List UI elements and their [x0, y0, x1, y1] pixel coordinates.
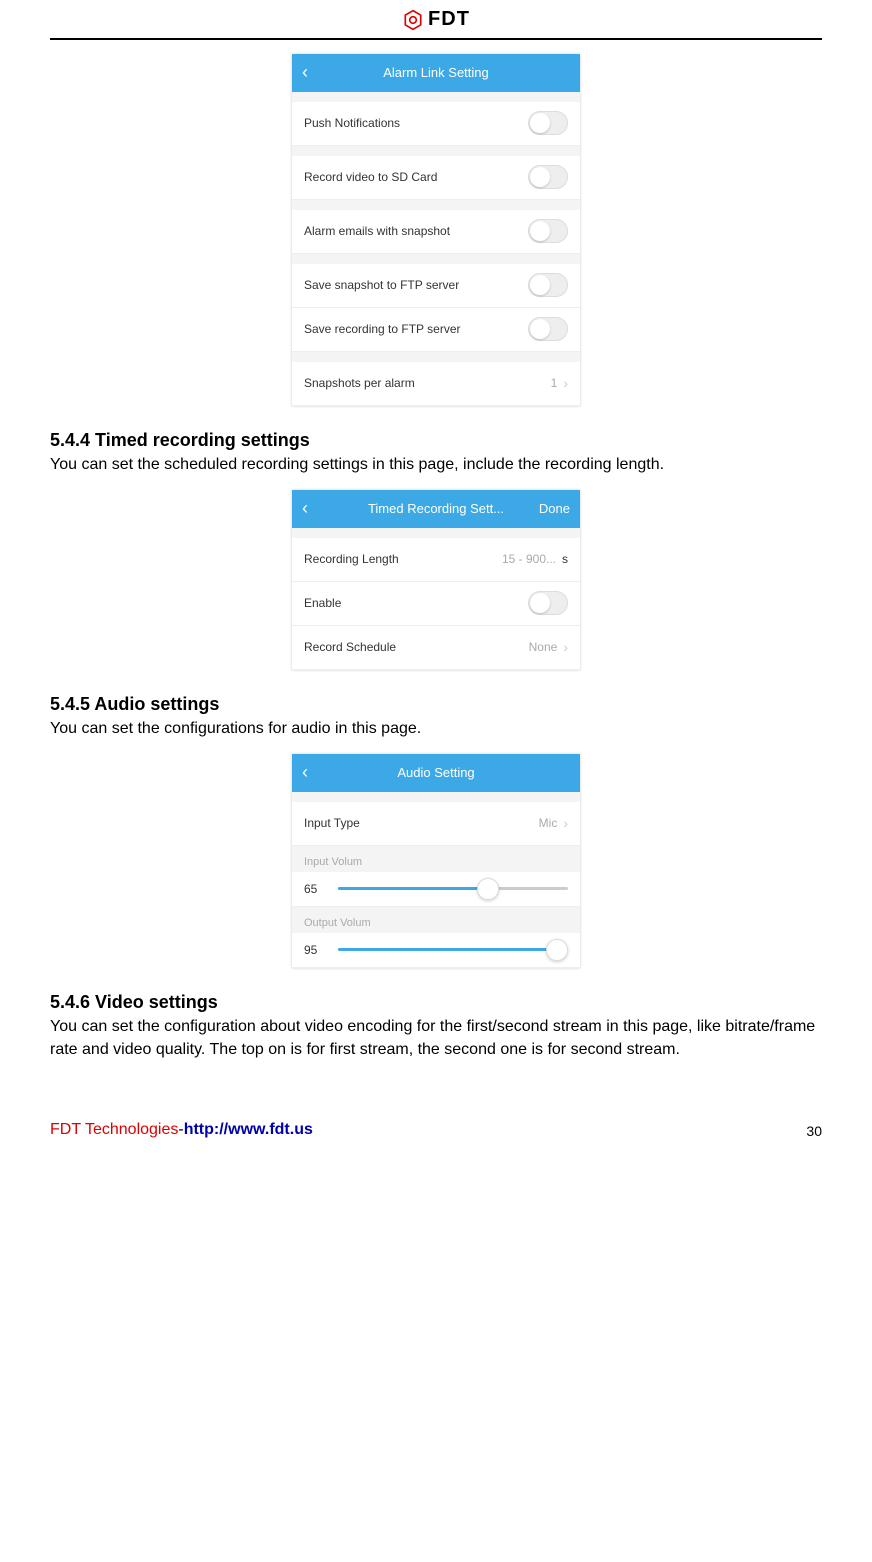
- recording-length-row[interactable]: Recording Length 15 - 900... s: [292, 538, 580, 582]
- output-volume-row[interactable]: 95: [292, 933, 580, 968]
- screen-title: Timed Recording Sett...: [292, 501, 580, 516]
- footer-company: FDT Technologies: [50, 1121, 178, 1138]
- gear-hex-icon: [402, 9, 424, 31]
- chevron-right-icon: ›: [563, 639, 568, 655]
- footer-credits: FDT Technologies-http://www.fdt.us: [50, 1121, 313, 1139]
- output-volume-label: Output Volum: [292, 907, 580, 933]
- page-header: FDT: [50, 0, 822, 40]
- row-label: Alarm emails with snapshot: [304, 224, 450, 238]
- section-544-heading: 5.4.4 Timed recording settings: [50, 430, 822, 451]
- record-sd-row[interactable]: Record video to SD Card: [292, 156, 580, 200]
- row-value: None: [529, 640, 558, 654]
- chevron-right-icon: ›: [563, 815, 568, 831]
- page-footer: FDT Technologies-http://www.fdt.us 30: [0, 1091, 872, 1159]
- page-body: FDT ‹ Alarm Link Setting Push Notificati…: [0, 0, 872, 1091]
- section-545-body: You can set the configurations for audio…: [50, 717, 822, 740]
- done-button[interactable]: Done: [539, 501, 570, 516]
- toggle-switch[interactable]: [528, 317, 568, 341]
- input-type-row[interactable]: Input Type Mic ›: [292, 802, 580, 846]
- record-schedule-row[interactable]: Record Schedule None ›: [292, 626, 580, 670]
- input-volume-row[interactable]: 65: [292, 872, 580, 907]
- slider-track[interactable]: [338, 887, 568, 890]
- screen-title: Audio Setting: [292, 765, 580, 780]
- row-label: Enable: [304, 596, 341, 610]
- toggle-switch[interactable]: [528, 591, 568, 615]
- page-number: 30: [806, 1123, 822, 1139]
- back-icon[interactable]: ‹: [302, 62, 308, 83]
- slider-thumb[interactable]: [546, 939, 568, 961]
- toggle-switch[interactable]: [528, 273, 568, 297]
- screen-titlebar: ‹ Audio Setting: [292, 754, 580, 792]
- section-546-heading: 5.4.6 Video settings: [50, 992, 822, 1013]
- section-545-heading: 5.4.5 Audio settings: [50, 694, 822, 715]
- row-unit: s: [562, 552, 568, 566]
- toggle-switch[interactable]: [528, 165, 568, 189]
- row-value: Mic: [539, 816, 558, 830]
- slider-value: 95: [304, 943, 328, 957]
- snapshots-per-alarm-row[interactable]: Snapshots per alarm 1 ›: [292, 362, 580, 406]
- timed-recording-screenshot: ‹ Timed Recording Sett... Done Recording…: [292, 490, 580, 670]
- slider-thumb[interactable]: [477, 878, 499, 900]
- enable-row[interactable]: Enable: [292, 582, 580, 626]
- input-volume-label: Input Volum: [292, 846, 580, 872]
- row-label: Record video to SD Card: [304, 170, 437, 184]
- snapshot-ftp-row[interactable]: Save snapshot to FTP server: [292, 264, 580, 308]
- push-notifications-row[interactable]: Push Notifications: [292, 102, 580, 146]
- recording-ftp-row[interactable]: Save recording to FTP server: [292, 308, 580, 352]
- row-value: 1: [551, 376, 558, 390]
- toggle-switch[interactable]: [528, 111, 568, 135]
- slider-value: 65: [304, 882, 328, 896]
- brand-logo: FDT: [402, 8, 470, 31]
- row-label: Recording Length: [304, 552, 399, 566]
- row-placeholder: 15 - 900...: [502, 552, 556, 566]
- chevron-right-icon: ›: [563, 375, 568, 391]
- screen-titlebar: ‹ Alarm Link Setting: [292, 54, 580, 92]
- audio-setting-screenshot: ‹ Audio Setting Input Type Mic › Input V…: [292, 754, 580, 968]
- section-544-body: You can set the scheduled recording sett…: [50, 453, 822, 476]
- row-label: Save snapshot to FTP server: [304, 278, 459, 292]
- row-label: Push Notifications: [304, 116, 400, 130]
- brand-logo-text: FDT: [428, 8, 470, 31]
- row-label: Snapshots per alarm: [304, 376, 415, 390]
- slider-track[interactable]: [338, 948, 568, 951]
- row-label: Input Type: [304, 816, 360, 830]
- section-546-body: You can set the configuration about vide…: [50, 1015, 822, 1061]
- back-icon[interactable]: ‹: [302, 498, 308, 519]
- screen-title: Alarm Link Setting: [292, 65, 580, 80]
- alarm-emails-row[interactable]: Alarm emails with snapshot: [292, 210, 580, 254]
- screen-titlebar: ‹ Timed Recording Sett... Done: [292, 490, 580, 528]
- alarm-link-setting-screenshot: ‹ Alarm Link Setting Push Notifications …: [292, 54, 580, 406]
- footer-url[interactable]: www.fdt.us: [228, 1121, 313, 1138]
- row-label: Save recording to FTP server: [304, 322, 461, 336]
- row-label: Record Schedule: [304, 640, 396, 654]
- back-icon[interactable]: ‹: [302, 762, 308, 783]
- toggle-switch[interactable]: [528, 219, 568, 243]
- footer-proto: http://: [184, 1121, 228, 1138]
